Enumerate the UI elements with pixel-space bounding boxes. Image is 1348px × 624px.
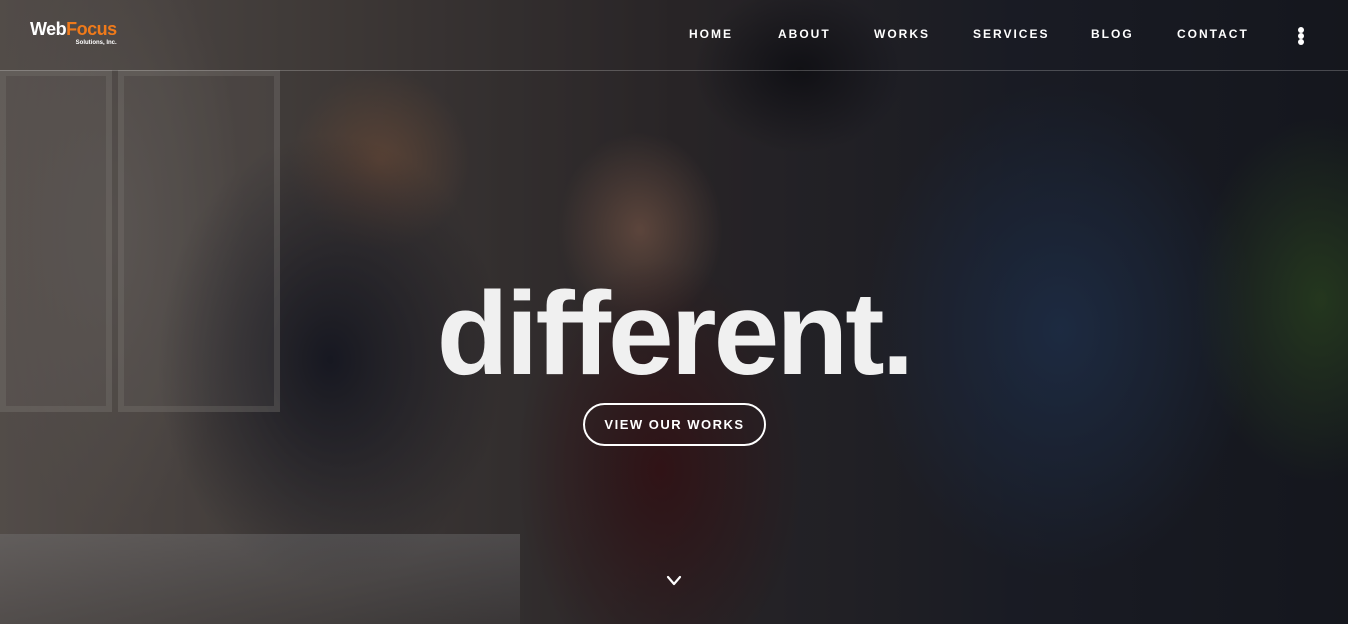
main-nav: HOME ABOUT WORKS SERVICES BLOG CONTACT	[0, 27, 1348, 43]
nav-item-about[interactable]: ABOUT	[778, 27, 831, 41]
chevron-down-icon[interactable]	[666, 574, 682, 586]
nav-item-home[interactable]: HOME	[689, 27, 733, 41]
site-header: WebFocus Solutions, Inc. HOME ABOUT WORK…	[0, 0, 1348, 71]
nav-item-blog[interactable]: BLOG	[1091, 27, 1134, 41]
hero-section: WebFocus Solutions, Inc. HOME ABOUT WORK…	[0, 0, 1348, 624]
nav-item-works[interactable]: WORKS	[874, 27, 930, 41]
hero-headline: different.	[436, 268, 915, 401]
nav-item-services[interactable]: SERVICES	[973, 27, 1049, 41]
nav-item-contact[interactable]: CONTACT	[1177, 27, 1249, 41]
ellipsis-dot	[1298, 39, 1304, 45]
view-our-works-button[interactable]: VIEW OUR WORKS	[583, 403, 766, 446]
vertical-ellipsis-icon[interactable]	[1293, 25, 1309, 47]
